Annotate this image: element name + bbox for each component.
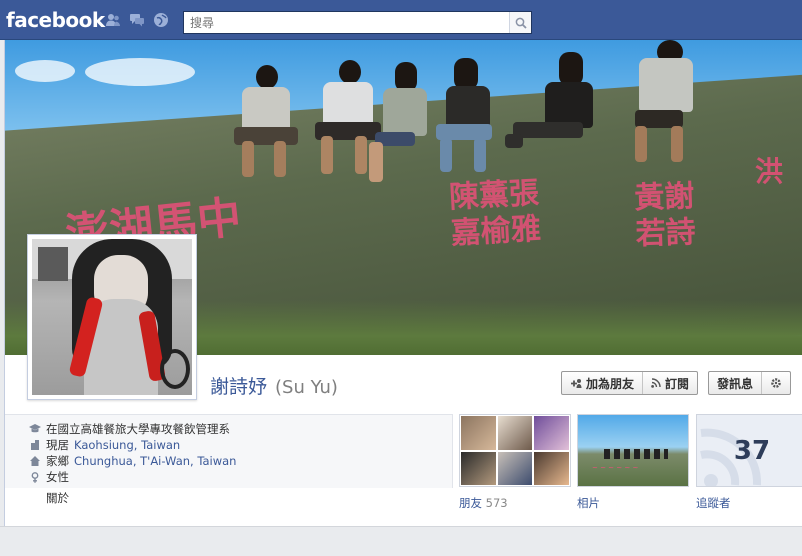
hometown-label: 家鄉 (46, 454, 69, 468)
female-icon (29, 471, 41, 483)
photos-label: 相片 (577, 496, 600, 510)
followers-label: 追蹤者 (696, 496, 731, 510)
profile-page: 澎湖馬中 陳薰張 嘉榆雅 黃謝 若詩 洪 謝詩妤 (Su Yu) 加為朋友 訂閱… (4, 40, 802, 526)
add-friend-icon (571, 378, 582, 388)
profile-name-row: 謝詩妤 (Su Yu) (210, 372, 338, 399)
gender-text: 女性 (46, 470, 69, 484)
photos-tile[interactable]: ~ ~ ~ ~ ~ ~ 相片 (577, 414, 689, 511)
gear-icon (771, 378, 781, 388)
photos-thumbnail: ~ ~ ~ ~ ~ ~ (577, 414, 689, 487)
send-message-button[interactable]: 發訊息 (709, 372, 761, 394)
notifications-icon[interactable] (152, 12, 170, 28)
friend-thumb[interactable] (460, 415, 497, 451)
facebook-logo[interactable]: facebook (6, 8, 105, 32)
subscribe-button[interactable]: 訂閱 (642, 372, 697, 394)
followers-thumbnail: 37 (696, 414, 802, 487)
friends-tile[interactable]: 朋友 573 (459, 414, 571, 511)
info-current-city: 現居 Kaohsiung, Taiwan (29, 437, 236, 453)
cover-cloud (15, 60, 75, 82)
friend-thumb[interactable] (533, 415, 570, 451)
friend-requests-icon[interactable] (104, 12, 122, 28)
friend-thumb[interactable] (496, 450, 534, 486)
info-list: 在國立高雄餐旅大學專攻餐飲管理系 現居 Kaohsiung, Taiwan 家鄉… (29, 421, 236, 485)
message-settings-group: 發訊息 (708, 371, 792, 395)
subscribe-label: 訂閱 (665, 376, 690, 391)
jewel-icons (104, 12, 170, 28)
profile-alternate-name: (Su Yu) (275, 377, 338, 398)
info-gender: 女性 (29, 469, 236, 485)
friend-thumb[interactable] (496, 415, 534, 451)
profile-name[interactable]: 謝詩妤 (210, 372, 267, 399)
friends-tile-label: 朋友 573 (459, 495, 571, 511)
add-friend-button[interactable]: 加為朋友 (562, 372, 642, 394)
info-education: 在國立高雄餐旅大學專攻餐飲管理系 (29, 421, 236, 437)
graduation-cap-icon (29, 423, 41, 435)
cover-graffiti: 黃謝 若詩 (633, 178, 697, 253)
profile-info: 在國立高雄餐旅大學專攻餐飲管理系 現居 Kaohsiung, Taiwan 家鄉… (5, 414, 453, 488)
settings-button[interactable] (761, 372, 790, 394)
friend-thumb[interactable] (533, 450, 570, 486)
current-city-link[interactable]: Kaohsiung, Taiwan (74, 438, 180, 452)
top-navigation-bar: facebook (0, 0, 802, 40)
info-hometown: 家鄉 Chunghua, T'Ai-Wan, Taiwan (29, 453, 236, 469)
hometown-link[interactable]: Chunghua, T'Ai-Wan, Taiwan (74, 454, 236, 468)
send-message-label: 發訊息 (717, 376, 754, 391)
building-icon (29, 439, 41, 451)
cover-graffiti: 陳薰張 嘉榆雅 (448, 175, 542, 252)
profile-picture[interactable] (27, 234, 197, 400)
messages-icon[interactable] (128, 12, 146, 28)
search-button[interactable] (509, 12, 531, 33)
followers-count: 37 (733, 435, 771, 466)
add-friend-label: 加為朋友 (586, 376, 635, 391)
friends-label: 朋友 (459, 496, 482, 510)
home-icon (29, 455, 41, 467)
friend-thumb[interactable] (460, 450, 497, 486)
followers-tile[interactable]: 37 追蹤者 (696, 414, 802, 511)
cover-cloud (85, 58, 195, 86)
profile-actions: 加為朋友 訂閱 發訊息 (561, 371, 792, 395)
search-icon (515, 17, 527, 29)
friends-thumbnail-grid (459, 414, 571, 487)
friends-count: 573 (485, 496, 508, 510)
search-bar (183, 11, 532, 34)
education-text[interactable]: 在國立高雄餐旅大學專攻餐飲管理系 (46, 421, 230, 437)
about-link[interactable]: 關於 (46, 490, 69, 506)
search-input[interactable] (184, 12, 509, 33)
profile-photo (32, 239, 192, 395)
lives-label: 現居 (46, 438, 69, 452)
cover-graffiti: 洪 (755, 155, 784, 188)
timeline-divider (0, 526, 802, 556)
friend-subscribe-group: 加為朋友 訂閱 (561, 371, 699, 395)
rss-icon (651, 378, 661, 388)
